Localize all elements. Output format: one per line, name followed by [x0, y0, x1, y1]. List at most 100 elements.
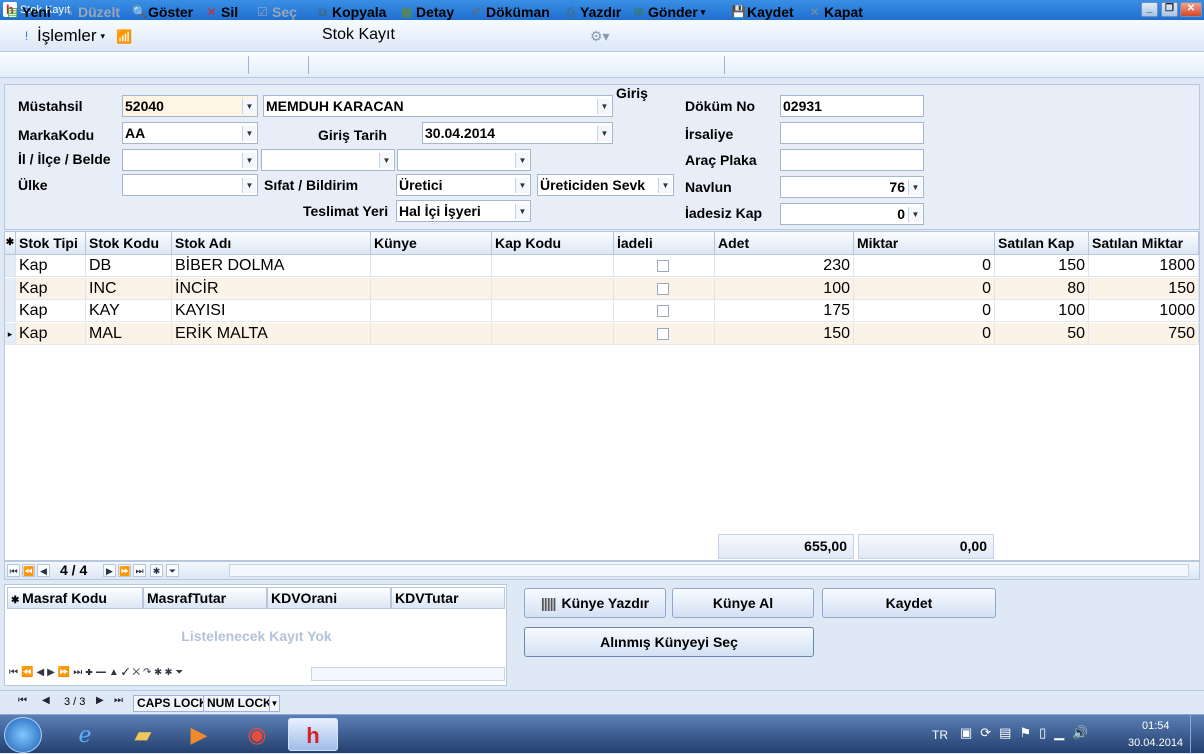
iadeli-checkbox[interactable]: [657, 282, 669, 295]
islemler-menu[interactable]: ǃ İşlemler ▾: [20, 26, 105, 46]
iadeli-cell[interactable]: [614, 255, 715, 277]
cell-ad[interactable]: ERİK MALTA: [172, 322, 371, 345]
minimize-button[interactable]: _: [1141, 2, 1158, 17]
sec-button[interactable]: ☑ Seç: [256, 4, 297, 20]
cell-adet[interactable]: 175: [715, 300, 854, 322]
show-desktop-button[interactable]: [1190, 715, 1204, 754]
pager-first-icon[interactable]: ⏮: [18, 695, 27, 706]
irsaliye-input[interactable]: [780, 122, 924, 144]
cell-satilan-miktar[interactable]: 150: [1089, 277, 1199, 300]
table-row[interactable]: Kap INC İNCİR 100 0 80 150: [5, 277, 1199, 300]
bildirim-select[interactable]: Üreticiden Sevk ▼: [537, 174, 674, 196]
cell-kap-kodu[interactable]: [492, 255, 614, 277]
dokum-no-input[interactable]: 02931: [780, 95, 924, 117]
chevron-down-icon[interactable]: ▼: [908, 207, 922, 222]
cell-satilan-miktar[interactable]: 1000: [1089, 300, 1199, 322]
iadesiz-kap-input[interactable]: 0 ▼: [780, 203, 924, 225]
cell-kod[interactable]: KAY: [86, 300, 172, 322]
cell-adet[interactable]: 230: [715, 255, 854, 277]
iadeli-checkbox[interactable]: [657, 305, 669, 317]
masraf-navigator[interactable]: ⏮⏪◀▶⏩⏭✚━▲✓✕↷✱✱⏷: [9, 667, 186, 678]
gonder-button[interactable]: ✉ Gönder ▾: [632, 4, 705, 20]
cell-kap-kodu[interactable]: [492, 277, 614, 300]
chevron-down-icon[interactable]: ▼: [515, 204, 529, 219]
add-record-button[interactable]: ✱: [150, 564, 163, 577]
chevron-down-icon[interactable]: ▼: [242, 178, 256, 193]
chevron-down-icon[interactable]: ▼: [908, 180, 922, 195]
iadeli-cell[interactable]: [614, 277, 715, 300]
cell-ad[interactable]: KAYISI: [172, 300, 371, 322]
column-header[interactable]: Kap Kodu: [492, 232, 614, 255]
sil-button[interactable]: ✕ Sil: [205, 4, 238, 20]
column-header[interactable]: Künye: [371, 232, 492, 255]
horizontal-scrollbar[interactable]: [311, 667, 505, 681]
clock-date[interactable]: 30.04.2014: [1128, 737, 1183, 749]
stok-app-taskbar-icon[interactable]: h: [288, 718, 338, 751]
cell-kod[interactable]: DB: [86, 255, 172, 277]
chrome-icon[interactable]: ◉: [232, 718, 282, 751]
internet-explorer-icon[interactable]: ℯ: [60, 718, 110, 751]
alinmis-kunyeyi-sec-button[interactable]: Alınmış Künyeyi Seç: [524, 627, 814, 657]
goster-button[interactable]: 🔍 Göster: [132, 4, 193, 20]
kopyala-button[interactable]: ⧉ Kopyala: [316, 4, 386, 20]
cell-kod[interactable]: MAL: [86, 322, 172, 345]
row-indicator[interactable]: ▸: [5, 322, 16, 345]
row-indicator[interactable]: [5, 255, 16, 277]
cell-ad[interactable]: BİBER DOLMA: [172, 255, 371, 277]
cell-tip[interactable]: Kap: [16, 277, 86, 300]
column-header[interactable]: KDVTutar: [391, 587, 505, 609]
detay-button[interactable]: ▦ Detay: [400, 4, 454, 20]
cell-satilan-kap[interactable]: 100: [995, 300, 1089, 322]
column-header[interactable]: Satılan Miktar: [1089, 232, 1199, 255]
cell-kunye[interactable]: [371, 255, 492, 277]
cell-kunye[interactable]: [371, 300, 492, 322]
column-header[interactable]: İadeli: [614, 232, 715, 255]
chevron-down-icon[interactable]: ▼: [242, 153, 256, 168]
cell-tip[interactable]: Kap: [16, 255, 86, 277]
column-header[interactable]: Satılan Kap: [995, 232, 1089, 255]
table-row[interactable]: Kap KAY KAYISI 175 0 100 1000: [5, 300, 1199, 322]
cell-kunye[interactable]: [371, 322, 492, 345]
table-row[interactable]: ▸ Kap MAL ERİK MALTA 150 0 50 750: [5, 322, 1199, 345]
kunye-al-button[interactable]: Künye Al: [672, 588, 814, 618]
media-player-icon[interactable]: ▶: [174, 718, 224, 751]
cell-miktar[interactable]: 0: [854, 300, 995, 322]
prev-page-button[interactable]: ⏪: [22, 564, 35, 577]
pager-last-icon[interactable]: ⏭: [114, 695, 123, 706]
iadeli-cell[interactable]: [614, 322, 715, 345]
teslimat-yeri-select[interactable]: Hal İçi İşyeri ▼: [396, 200, 531, 222]
cell-miktar[interactable]: 0: [854, 255, 995, 277]
chevron-down-icon[interactable]: ▼: [515, 153, 529, 168]
filter-icon[interactable]: ⏷: [166, 564, 179, 577]
first-record-button[interactable]: ⏮: [7, 564, 20, 577]
duzelt-button[interactable]: ✎ Düzelt: [62, 4, 120, 20]
cell-kap-kodu[interactable]: [492, 322, 614, 345]
chart-icon[interactable]: 📶: [116, 29, 132, 45]
row-indicator[interactable]: [5, 277, 16, 300]
iadeli-checkbox[interactable]: [657, 260, 669, 272]
cell-miktar[interactable]: 0: [854, 277, 995, 300]
chevron-down-icon[interactable]: ▼: [658, 178, 672, 193]
row-indicator[interactable]: [5, 300, 16, 322]
clock-time[interactable]: 01:54: [1142, 720, 1170, 732]
status-dropdown-icon[interactable]: ▼: [269, 695, 280, 712]
pager-prev-icon[interactable]: ◀: [42, 695, 50, 706]
column-header[interactable]: Miktar: [854, 232, 995, 255]
mustahsil-name-select[interactable]: MEMDUH KARACAN ▼: [263, 95, 613, 117]
maximize-button[interactable]: ❐: [1161, 2, 1178, 17]
column-header[interactable]: Adet: [715, 232, 854, 255]
column-header[interactable]: MasrafTutar: [143, 587, 267, 609]
navlun-input[interactable]: 76 ▼: [780, 176, 924, 198]
start-button[interactable]: [4, 717, 42, 753]
cell-tip[interactable]: Kap: [16, 322, 86, 345]
language-indicator[interactable]: TR: [932, 728, 948, 742]
chevron-down-icon[interactable]: ▼: [379, 153, 393, 168]
cell-kunye[interactable]: [371, 277, 492, 300]
file-explorer-icon[interactable]: ▰: [118, 718, 168, 751]
cell-satilan-kap[interactable]: 80: [995, 277, 1089, 300]
kaydet-toolbar-button[interactable]: 💾 Kaydet: [731, 4, 794, 20]
cell-kod[interactable]: INC: [86, 277, 172, 300]
new-row-icon[interactable]: ✱: [5, 232, 16, 255]
iadeli-checkbox[interactable]: [657, 327, 669, 340]
cell-satilan-kap[interactable]: 150: [995, 255, 1089, 277]
